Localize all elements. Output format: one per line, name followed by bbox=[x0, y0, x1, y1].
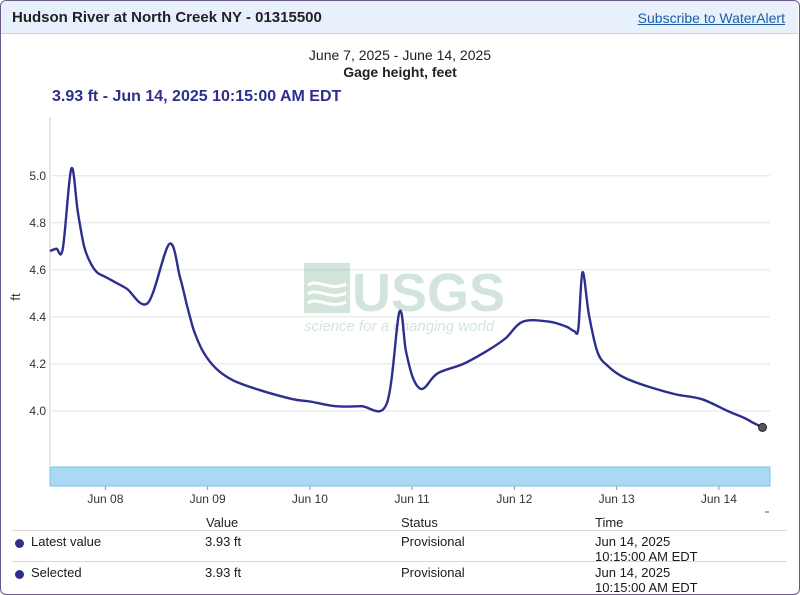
x-tick-label: Jun 13 bbox=[599, 492, 635, 506]
y-tick-label: 4.4 bbox=[29, 310, 46, 324]
navigator-scrollbar[interactable] bbox=[49, 466, 771, 487]
gage-height-chart[interactable]: USGS science for a changing world 4.0 4.2… bbox=[0, 0, 800, 595]
legend-row-status: Provisional bbox=[401, 565, 465, 580]
latest-value-marker[interactable] bbox=[758, 422, 767, 432]
usgs-watermark-logo: USGS science for a changing world bbox=[304, 263, 505, 335]
legend-row-name: Selected bbox=[31, 565, 82, 580]
series-dot-icon bbox=[15, 570, 24, 579]
legend-row-status: Provisional bbox=[401, 534, 465, 549]
x-tick-label: Jun 08 bbox=[87, 492, 123, 506]
y-tick-label: 4.2 bbox=[29, 357, 46, 371]
legend-row-latest: Latest value 3.93 ft Provisional Jun 14,… bbox=[12, 530, 787, 564]
legend-header-status: Status bbox=[401, 515, 438, 530]
x-tick-label: Jun 11 bbox=[395, 492, 430, 506]
x-tick-label: Jun 12 bbox=[496, 492, 532, 506]
x-tick-label: Jun 10 bbox=[292, 492, 328, 506]
y-tick-label: 4.0 bbox=[29, 404, 46, 418]
legend-header-time: Time bbox=[595, 515, 624, 530]
legend-row-selected: Selected 3.93 ft Provisional Jun 14, 202… bbox=[12, 561, 787, 595]
svg-text:science for a changing world: science for a changing world bbox=[304, 318, 495, 335]
series-dot-icon bbox=[15, 539, 24, 548]
legend-header-value: Value bbox=[206, 515, 239, 530]
legend-row-value: 3.93 ft bbox=[205, 534, 242, 549]
y-tick-label: 5.0 bbox=[29, 169, 46, 183]
x-tick-label: Jun 14 bbox=[701, 492, 737, 506]
legend-row-time: Jun 14, 2025 10:15:00 AM EDT bbox=[595, 565, 698, 595]
svg-text:USGS: USGS bbox=[352, 263, 505, 323]
y-tick-label: 4.8 bbox=[29, 216, 46, 230]
legend-row-time: Jun 14, 2025 10:15:00 AM EDT bbox=[595, 534, 698, 564]
legend-row-name: Latest value bbox=[31, 534, 102, 549]
legend-row-value: 3.93 ft bbox=[205, 565, 242, 580]
x-tick-label: Jun 09 bbox=[190, 492, 226, 506]
y-axis-title: ft bbox=[8, 293, 23, 301]
y-tick-label: 4.6 bbox=[29, 263, 46, 277]
